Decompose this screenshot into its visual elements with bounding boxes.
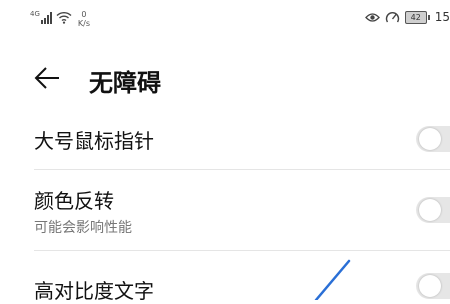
status-bar: 4G 0 K/s 42 15: [0, 0, 450, 38]
wifi-icon: [56, 11, 72, 24]
setting-title: 颜色反转: [34, 189, 114, 213]
page-header: 无障碍: [0, 58, 450, 98]
back-arrow-icon[interactable]: [33, 64, 61, 92]
eye-comfort-icon: [364, 12, 380, 22]
battery-tip: [427, 14, 430, 20]
setting-high-contrast-text[interactable]: 高对比度文字: [0, 251, 450, 303]
signal-strength-icon: [40, 12, 52, 24]
toggle-knob: [419, 199, 441, 221]
large-pointer-toggle[interactable]: [416, 126, 450, 152]
high-contrast-toggle[interactable]: [416, 273, 450, 299]
network-speed-unit: K/s: [77, 19, 90, 28]
color-inversion-toggle[interactable]: [416, 197, 450, 223]
network-speed: 0 K/s: [78, 10, 90, 28]
network-speed-value: 0: [81, 10, 87, 19]
clock: 15: [434, 10, 450, 24]
battery-level: 42: [404, 10, 427, 24]
status-right: 42 15: [364, 10, 450, 24]
setting-subtitle: 可能会影响性能: [34, 220, 132, 236]
setting-large-mouse-pointer[interactable]: 大号鼠标指针: [0, 112, 450, 168]
speedometer-icon: [385, 11, 399, 22]
status-left: 4G 0 K/s: [30, 10, 90, 28]
toggle-knob: [419, 275, 441, 297]
battery-icon: 42: [404, 10, 430, 24]
annotation-stroke: [314, 259, 351, 300]
toggle-knob: [419, 128, 441, 150]
page-title: 无障碍: [89, 69, 161, 97]
setting-color-inversion[interactable]: 颜色反转 可能会影响性能: [0, 170, 450, 250]
network-type-label: 4G: [30, 10, 40, 18]
setting-title: 大号鼠标指针: [34, 129, 154, 153]
